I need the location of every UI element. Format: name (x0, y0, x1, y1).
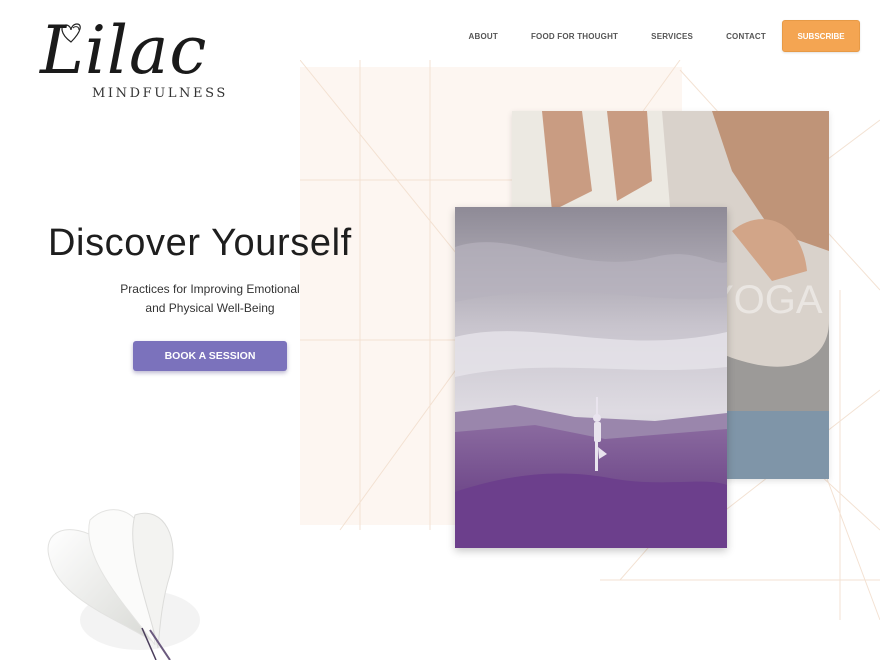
brand-logo[interactable]: Lilac MINDFULNESS (40, 18, 230, 108)
nav-item-contact[interactable]: CONTACT (726, 32, 766, 41)
tree-pose-illustration (455, 207, 727, 548)
hero-subtitle: Practices for Improving Emotional and Ph… (100, 280, 320, 318)
book-session-button[interactable]: BOOK A SESSION (133, 341, 287, 371)
white-flower-image (47, 509, 200, 660)
hero-title: Discover Yourself (48, 222, 352, 264)
brand-script-name: Lilac (40, 12, 208, 89)
top-navigation: ABOUT FOOD FOR THOUGHT SERVICES CONTACT … (436, 20, 860, 52)
hero-subtitle-line-1: Practices for Improving Emotional (120, 282, 300, 296)
tree-pose-landscape-photo (455, 207, 727, 548)
subscribe-button[interactable]: SUBSCRIBE (782, 20, 860, 52)
hero-subtitle-line-2: and Physical Well-Being (145, 301, 275, 315)
brand-subtitle: MINDFULNESS (92, 86, 228, 101)
nav-item-services[interactable]: SERVICES (651, 32, 693, 41)
nav-item-food-for-thought[interactable]: FOOD FOR THOUGHT (531, 32, 618, 41)
nav-item-about[interactable]: ABOUT (469, 32, 498, 41)
